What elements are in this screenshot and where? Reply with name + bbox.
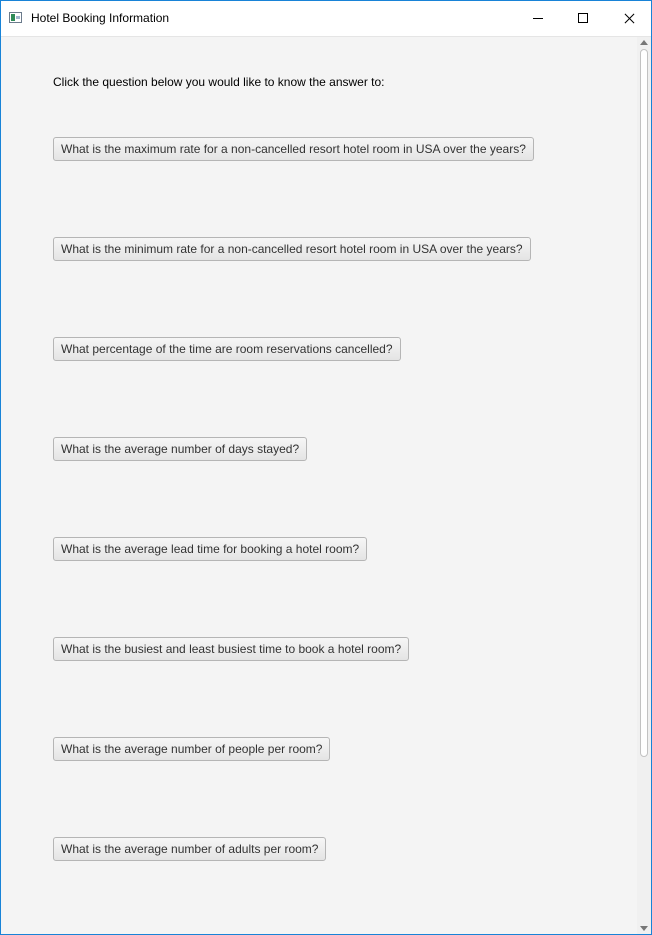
window-title: Hotel Booking Information [31, 11, 170, 25]
question-button-max-rate[interactable]: What is the maximum rate for a non-cance… [53, 137, 534, 161]
question-button-average-lead-time[interactable]: What is the average lead time for bookin… [53, 537, 368, 561]
prompt-label: Click the question below you would like … [53, 75, 385, 89]
title-bar[interactable]: Hotel Booking Information [1, 1, 651, 37]
question-button-min-rate[interactable]: What is the minimum rate for a non-cance… [53, 237, 531, 261]
question-button-average-days-stayed[interactable]: What is the average number of days staye… [53, 437, 308, 461]
app-window-icon [9, 12, 22, 23]
scroll-down-icon[interactable] [640, 926, 648, 931]
minimize-icon[interactable] [515, 1, 561, 36]
question-button-people-per-room[interactable]: What is the average number of people per… [53, 737, 331, 761]
maximize-icon[interactable] [560, 1, 606, 36]
close-icon[interactable] [605, 1, 651, 36]
question-button-busiest-time[interactable]: What is the busiest and least busiest ti… [53, 637, 410, 661]
vertical-scrollbar[interactable] [637, 37, 651, 934]
question-panel: Click the question below you would like … [1, 37, 637, 934]
question-button-adults-per-room[interactable]: What is the average number of adults per… [53, 837, 327, 861]
scroll-up-icon[interactable] [640, 40, 648, 45]
app-window: Hotel Booking Information Click the ques… [0, 0, 652, 935]
question-button-cancellation-percentage[interactable]: What percentage of the time are room res… [53, 337, 401, 361]
scrollbar-thumb[interactable] [640, 49, 648, 757]
